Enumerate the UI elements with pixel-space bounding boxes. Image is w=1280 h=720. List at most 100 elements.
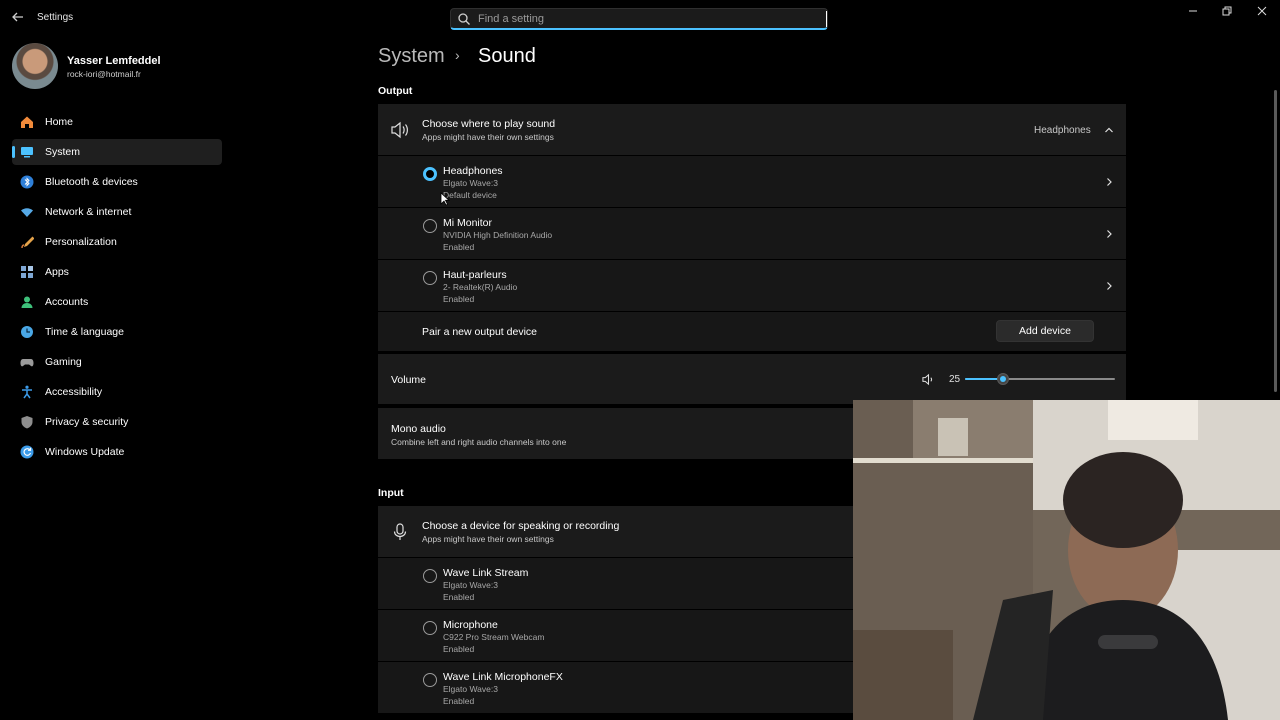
speaker-icon [391, 121, 408, 139]
sidebar-item-accessibility[interactable]: Accessibility [12, 379, 222, 405]
avatar[interactable] [12, 43, 58, 89]
volume-label: Volume [391, 374, 427, 386]
device-driver: 2- Realtek(R) Audio [443, 282, 518, 292]
device-status: Enabled [443, 592, 475, 602]
microphone-icon [393, 523, 407, 540]
sidebar-item-label: Bluetooth & devices [45, 176, 138, 188]
system-icon [21, 147, 33, 158]
minimize-icon[interactable] [1183, 5, 1203, 21]
chevron-up-icon[interactable] [1104, 125, 1114, 135]
user-name: Yasser Lemfeddel [67, 55, 161, 67]
radio-button[interactable] [423, 167, 437, 181]
mono-audio-title: Mono audio [391, 423, 446, 435]
sidebar-item-label: System [45, 146, 81, 158]
sidebar-item-label: Network & internet [45, 206, 132, 218]
search-input[interactable]: Find a setting [478, 13, 544, 25]
volume-slider[interactable] [965, 373, 1115, 385]
output-device-haut-parleurs[interactable]: Haut-parleurs 2- Realtek(R) Audio Enable… [378, 260, 1126, 311]
sidebar-item-privacy[interactable]: Privacy & security [12, 409, 222, 435]
device-name: Headphones [443, 165, 503, 177]
mouse-cursor-icon [440, 192, 450, 206]
sidebar-item-label: Windows Update [45, 446, 125, 458]
sidebar-item-gaming[interactable]: Gaming [12, 349, 222, 375]
restore-icon[interactable] [1217, 5, 1237, 21]
user-email: rock-iori@hotmail.fr [67, 69, 141, 79]
device-status: Enabled [443, 644, 475, 654]
app-title: Settings [37, 12, 74, 23]
choose-input-subtitle: Apps might have their own settings [422, 534, 554, 544]
accounts-icon [21, 296, 33, 308]
sidebar-item-windows-update[interactable]: Windows Update [12, 439, 222, 465]
chevron-right-icon[interactable] [1104, 281, 1114, 291]
choose-input-title: Choose a device for speaking or recordin… [422, 520, 620, 532]
sidebar-item-network[interactable]: Network & internet [12, 199, 222, 225]
close-icon[interactable] [1252, 5, 1272, 21]
device-name: Mi Monitor [443, 217, 493, 229]
radio-button[interactable] [423, 271, 437, 285]
volume-slider-thumb[interactable] [996, 373, 1009, 385]
sidebar-item-label: Personalization [45, 236, 117, 248]
bluetooth-icon [20, 175, 34, 189]
device-driver: Elgato Wave:3 [443, 684, 498, 694]
radio-button[interactable] [423, 219, 437, 233]
device-driver: Elgato Wave:3 [443, 580, 498, 590]
home-icon [21, 116, 33, 128]
chevron-right-icon[interactable] [1104, 177, 1114, 187]
scrollbar[interactable] [1274, 90, 1277, 392]
webcam-feed-image [853, 400, 1280, 720]
output-device-mi-monitor[interactable]: Mi Monitor NVIDIA High Definition Audio … [378, 208, 1126, 259]
sidebar-item-home[interactable]: Home [12, 109, 222, 135]
webcam-overlay [853, 400, 1280, 720]
gamepad-icon [20, 359, 34, 367]
volume-value: 25 [949, 374, 961, 385]
device-status: Enabled [443, 242, 475, 252]
device-status: Enabled [443, 696, 475, 706]
device-status: Enabled [443, 294, 475, 304]
sidebar-item-bluetooth[interactable]: Bluetooth & devices [12, 169, 222, 195]
sidebar-item-personalization[interactable]: Personalization [12, 229, 222, 255]
sidebar-item-label: Home [45, 116, 74, 128]
device-name: Haut-parleurs [443, 269, 507, 281]
device-driver: NVIDIA High Definition Audio [443, 230, 553, 240]
radio-button[interactable] [423, 673, 437, 687]
add-device-button[interactable]: Add device [996, 320, 1094, 342]
text-caret [826, 11, 827, 27]
brush-icon [21, 236, 34, 249]
choose-output-subtitle: Apps might have their own settings [422, 132, 554, 142]
output-device-headphones[interactable]: Headphones Elgato Wave:3 Default device [378, 156, 1126, 207]
radio-button[interactable] [423, 569, 437, 583]
sidebar-item-time-language[interactable]: Time & language [12, 319, 222, 345]
search-box[interactable]: Find a setting [450, 8, 828, 30]
globe-clock-icon [21, 326, 33, 338]
selected-output-value: Headphones [1034, 125, 1091, 136]
title-bar: Settings Find a setting [0, 0, 1280, 36]
device-name: Wave Link Stream [443, 567, 529, 579]
volume-speaker-icon[interactable] [922, 373, 935, 386]
device-name: Wave Link MicrophoneFX [443, 671, 563, 683]
mono-audio-subtitle: Combine left and right audio channels in… [391, 437, 567, 447]
apps-icon [21, 266, 33, 278]
sidebar-item-label: Time & language [45, 326, 124, 338]
radio-button[interactable] [423, 621, 437, 635]
device-name: Microphone [443, 619, 498, 631]
sidebar-item-label: Accessibility [45, 386, 103, 398]
shield-icon [21, 416, 33, 429]
device-driver: C922 Pro Stream Webcam [443, 632, 545, 642]
output-section-label: Output [378, 85, 413, 97]
sidebar-item-label: Gaming [45, 356, 82, 368]
device-driver: Elgato Wave:3 [443, 178, 498, 188]
sidebar-item-apps[interactable]: Apps [12, 259, 222, 285]
breadcrumb-parent[interactable]: System [378, 45, 445, 68]
pair-output-device-row: Pair a new output device Add device [378, 312, 1126, 351]
update-icon [20, 445, 34, 459]
back-arrow-icon[interactable] [10, 10, 26, 26]
input-section-label: Input [378, 487, 404, 499]
pair-output-label: Pair a new output device [422, 326, 537, 338]
accessibility-icon [22, 385, 32, 399]
choose-output-card[interactable]: Choose where to play sound Apps might ha… [378, 104, 1126, 155]
sidebar-item-accounts[interactable]: Accounts [12, 289, 222, 315]
sidebar-item-system[interactable]: System [12, 139, 222, 165]
page-title: Sound [478, 45, 536, 67]
chevron-right-icon[interactable] [1104, 229, 1114, 239]
sidebar-item-label: Apps [45, 266, 69, 278]
